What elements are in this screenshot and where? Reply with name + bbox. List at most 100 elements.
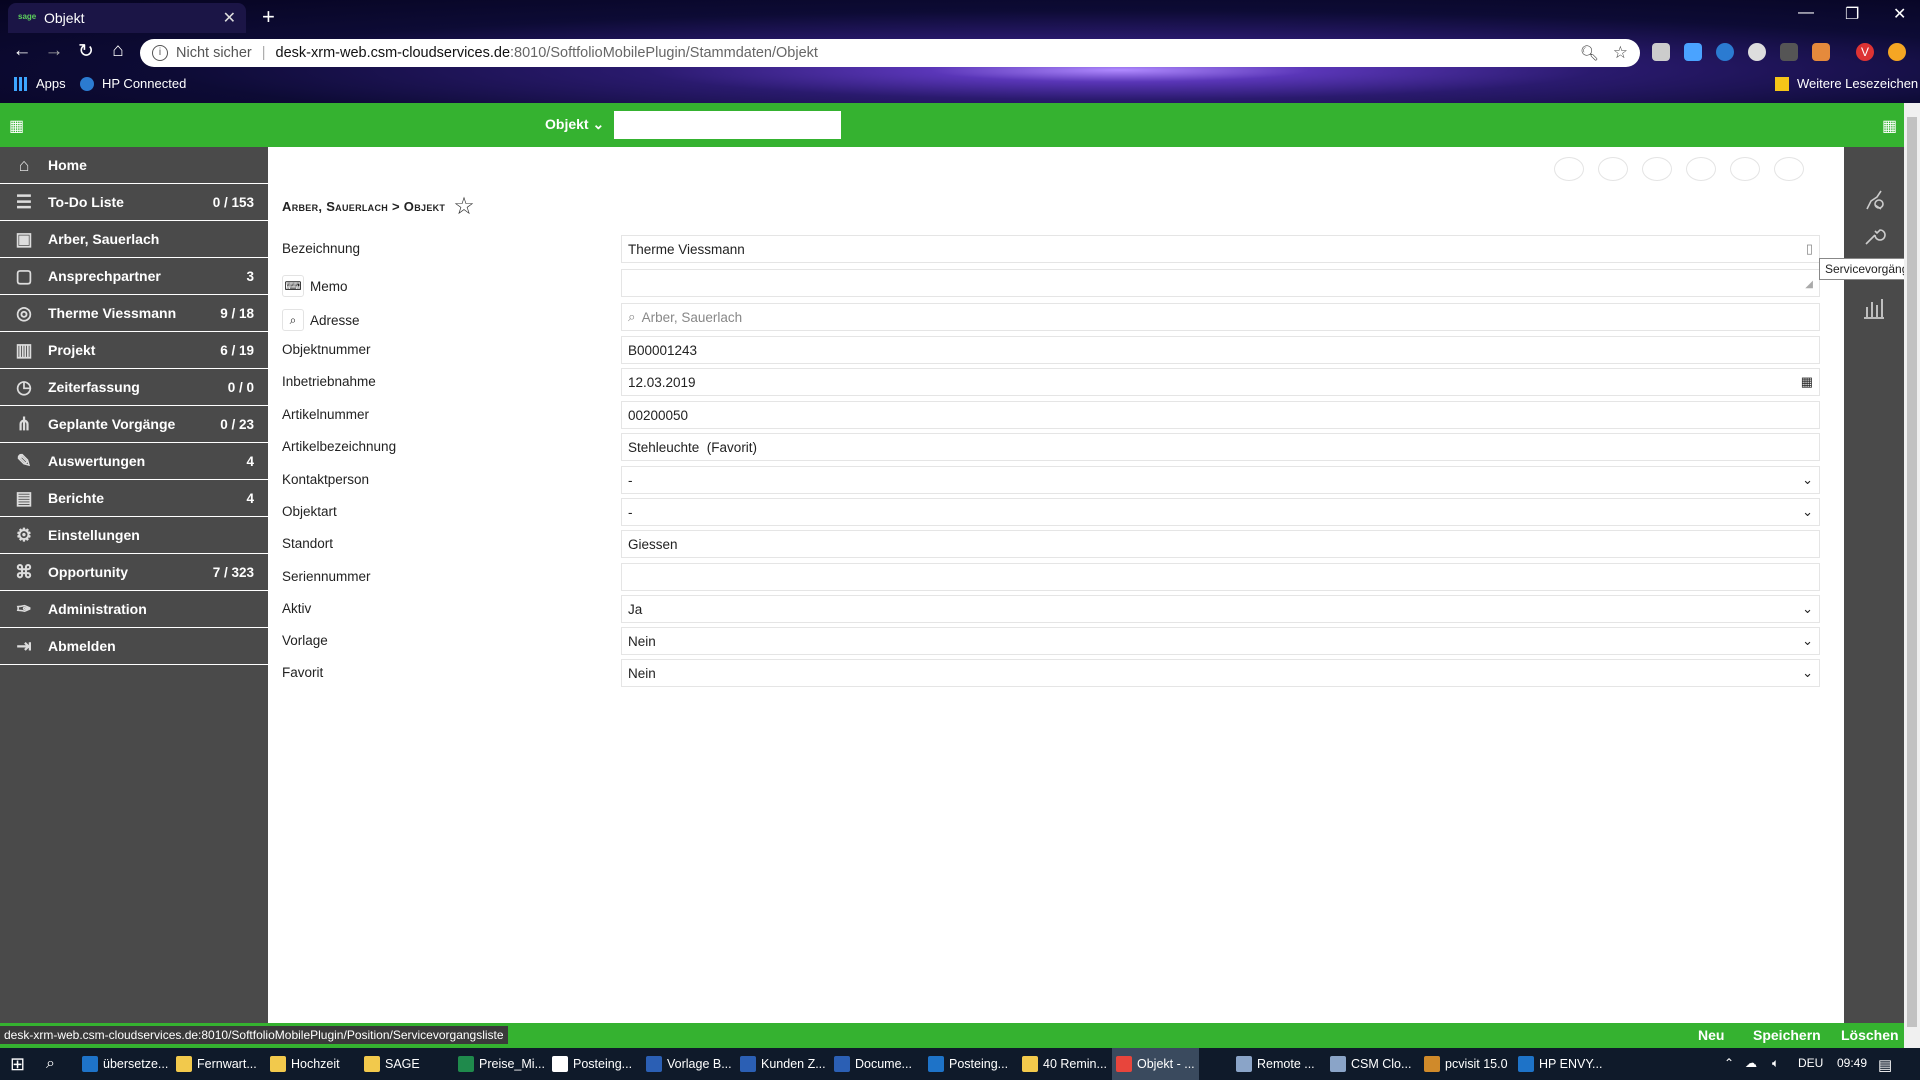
bookmark-star-icon[interactable]: ☆ [1613,43,1628,63]
sidebar-item-arber-sauerlach[interactable]: ▣ Arber, Sauerlach [0,221,268,258]
new-button[interactable]: Neu [1698,1027,1724,1043]
taskbar-item[interactable]: übersetze... [78,1048,172,1080]
artikelbezeichnung-field[interactable]: Stehleuchte (Favorit) [621,433,1820,461]
memo-keyboard-icon[interactable]: ⌨ [282,275,304,297]
shield-extension-icon[interactable] [1684,43,1702,61]
volume-icon[interactable]: 🔈︎ [1772,1056,1779,1071]
home-browser-icon[interactable]: ⌂ [106,40,130,62]
action-circle[interactable] [1554,157,1584,181]
back-icon[interactable]: ← [10,40,34,62]
action-circle[interactable] [1774,157,1804,181]
sidebar-item-therme-viessmann[interactable]: ◎ Therme Viessmann 9 / 18 [0,295,268,332]
inbetriebnahme-field[interactable]: 12.03.2019 ▦ [621,368,1820,396]
sidebar-item-ansprechpartner[interactable]: ▢ Ansprechpartner 3 [0,258,268,295]
other-bookmarks[interactable]: Weitere Lesezeichen [1775,76,1918,91]
sidebar-item-zeiterfassung[interactable]: ◷ Zeiterfassung 0 / 0 [0,369,268,406]
extension-icon[interactable] [1652,43,1670,61]
delete-button[interactable]: Löschen [1841,1027,1899,1043]
notifications-icon[interactable]: ▤ [1878,1056,1892,1074]
taskbar-item[interactable]: HP ENVY... [1514,1048,1606,1080]
taskbar-item[interactable]: Remote ... [1232,1048,1319,1080]
sidebar-item-projekt[interactable]: ▥ Projekt 6 / 19 [0,332,268,369]
search-input[interactable] [614,111,841,139]
scrollbar[interactable] [1904,103,1920,1048]
favorite-star-icon[interactable]: ☆ [453,192,475,221]
new-tab-icon[interactable]: + [262,4,275,30]
tray-arrow-icon[interactable]: ⌃ [1724,1056,1734,1070]
network-icon[interactable]: ☁ [1745,1056,1757,1070]
taskbar-item[interactable]: Kunden Z... [736,1048,830,1080]
minimize-icon[interactable]: — [1798,4,1814,22]
windows-start-icon[interactable]: ⊞ [6,1048,29,1080]
wrench-icon[interactable] [1861,223,1887,249]
taskbar-item[interactable]: SAGE [360,1048,424,1080]
menu-extension-icon[interactable] [1888,43,1906,61]
scrollbar-thumb[interactable] [1907,117,1917,1027]
bar-chart-icon[interactable] [1861,295,1887,321]
clock[interactable]: 09:49 [1837,1056,1867,1070]
sidebar-item-auswertungen[interactable]: ✎ Auswertungen 4 [0,443,268,480]
action-circle[interactable] [1642,157,1672,181]
taskbar-item[interactable]: Posteing... [548,1048,636,1080]
profile-avatar[interactable]: V [1856,43,1874,61]
bookmark-apps[interactable]: Apps [14,76,66,91]
tab-close-icon[interactable]: ✕ [223,8,236,28]
adresse-field[interactable]: ⌕ Arber, Sauerlach [621,303,1820,331]
memo-textarea[interactable]: ◢ [621,269,1820,297]
adresse-search-icon[interactable]: ⌕ [282,309,304,331]
pass-extension-icon[interactable] [1780,43,1798,61]
language-indicator[interactable]: DEU [1798,1056,1823,1070]
app-menu-grid-icon[interactable]: ▦ [9,116,24,136]
taskbar-item[interactable]: Preise_Mi... [454,1048,549,1080]
taskbar-item[interactable]: Posteing... [924,1048,1012,1080]
vorlage-select[interactable]: Nein ⌄ [621,627,1820,655]
apps-grid-icon-right[interactable]: ▦ [1882,116,1897,136]
objektart-select[interactable]: - ⌄ [621,498,1820,526]
close-window-icon[interactable]: ✕ [1893,4,1906,24]
sidebar-item-abmelden[interactable]: ⇥ Abmelden [0,628,268,665]
taskbar-item[interactable]: Vorlage B... [642,1048,736,1080]
sidebar-item-opportunity[interactable]: ⌘ Opportunity 7 / 323 [0,554,268,591]
search-taskbar-icon[interactable]: ⌕ [42,1048,59,1080]
taskbar-item[interactable]: Hochzeit [266,1048,344,1080]
resize-handle-icon[interactable]: ◢ [1805,279,1813,290]
taskbar-item[interactable]: Docume... [830,1048,916,1080]
action-circle[interactable] [1686,157,1716,181]
taskbar-item[interactable]: Objekt - ... [1112,1048,1199,1080]
save-button[interactable]: Speichern [1753,1027,1821,1043]
sidebar-item-einstellungen[interactable]: ⚙ Einstellungen [0,517,268,554]
calendar-extension-icon[interactable] [1812,43,1830,61]
taskbar-item[interactable]: CSM Clo... [1326,1048,1415,1080]
objektnummer-field[interactable]: B00001243 [621,336,1820,364]
seriennummer-field[interactable] [621,563,1820,591]
address-bar[interactable]: i Nicht sicher | desk-xrm-web.csm-clouds… [140,39,1640,67]
bezeichnung-field[interactable]: Therme Viessmann ▯ [621,235,1820,263]
action-circle[interactable] [1598,157,1628,181]
sidebar-item-to-do-liste[interactable]: ☰ To-Do Liste 0 / 153 [0,184,268,221]
taskbar-item[interactable]: pcvisit 15.0 [1420,1048,1512,1080]
restore-icon[interactable]: ❐ [1845,4,1859,24]
standort-field[interactable]: Giessen [621,530,1820,558]
artikelnummer-field[interactable]: 00200050 [621,401,1820,429]
object-dropdown[interactable]: Objekt ⌄ [545,116,604,133]
sidebar-item-home[interactable]: ⌂ Home [0,147,268,184]
sidebar-item-berichte[interactable]: ▤ Berichte 4 [0,480,268,517]
forward-icon[interactable]: → [42,40,66,62]
bookmark-hp-connected[interactable]: HP Connected [80,76,186,91]
taskbar-item[interactable]: Fernwart... [172,1048,261,1080]
zoom-icon[interactable]: 🔍︎ [1580,44,1599,62]
taskbar-item[interactable]: 40 Remin... [1018,1048,1111,1080]
action-circle[interactable] [1730,157,1760,181]
aktiv-select[interactable]: Ja ⌄ [621,595,1820,623]
service-person-icon[interactable] [1861,187,1887,213]
info-icon[interactable]: i [152,45,168,61]
favorit-select[interactable]: Nein ⌄ [621,659,1820,687]
reload-icon[interactable]: ↻ [74,40,98,63]
hp-extension-icon[interactable] [1716,43,1734,61]
clipboard-icon[interactable]: ▯ [1806,241,1813,257]
circle-extension-icon[interactable] [1748,43,1766,61]
browser-tab[interactable]: sage Objekt ✕ [8,3,246,33]
kontaktperson-select[interactable]: - ⌄ [621,466,1820,494]
sidebar-item-administration[interactable]: ✑ Administration [0,591,268,628]
calendar-grid-icon[interactable]: ▦ [1801,374,1813,390]
